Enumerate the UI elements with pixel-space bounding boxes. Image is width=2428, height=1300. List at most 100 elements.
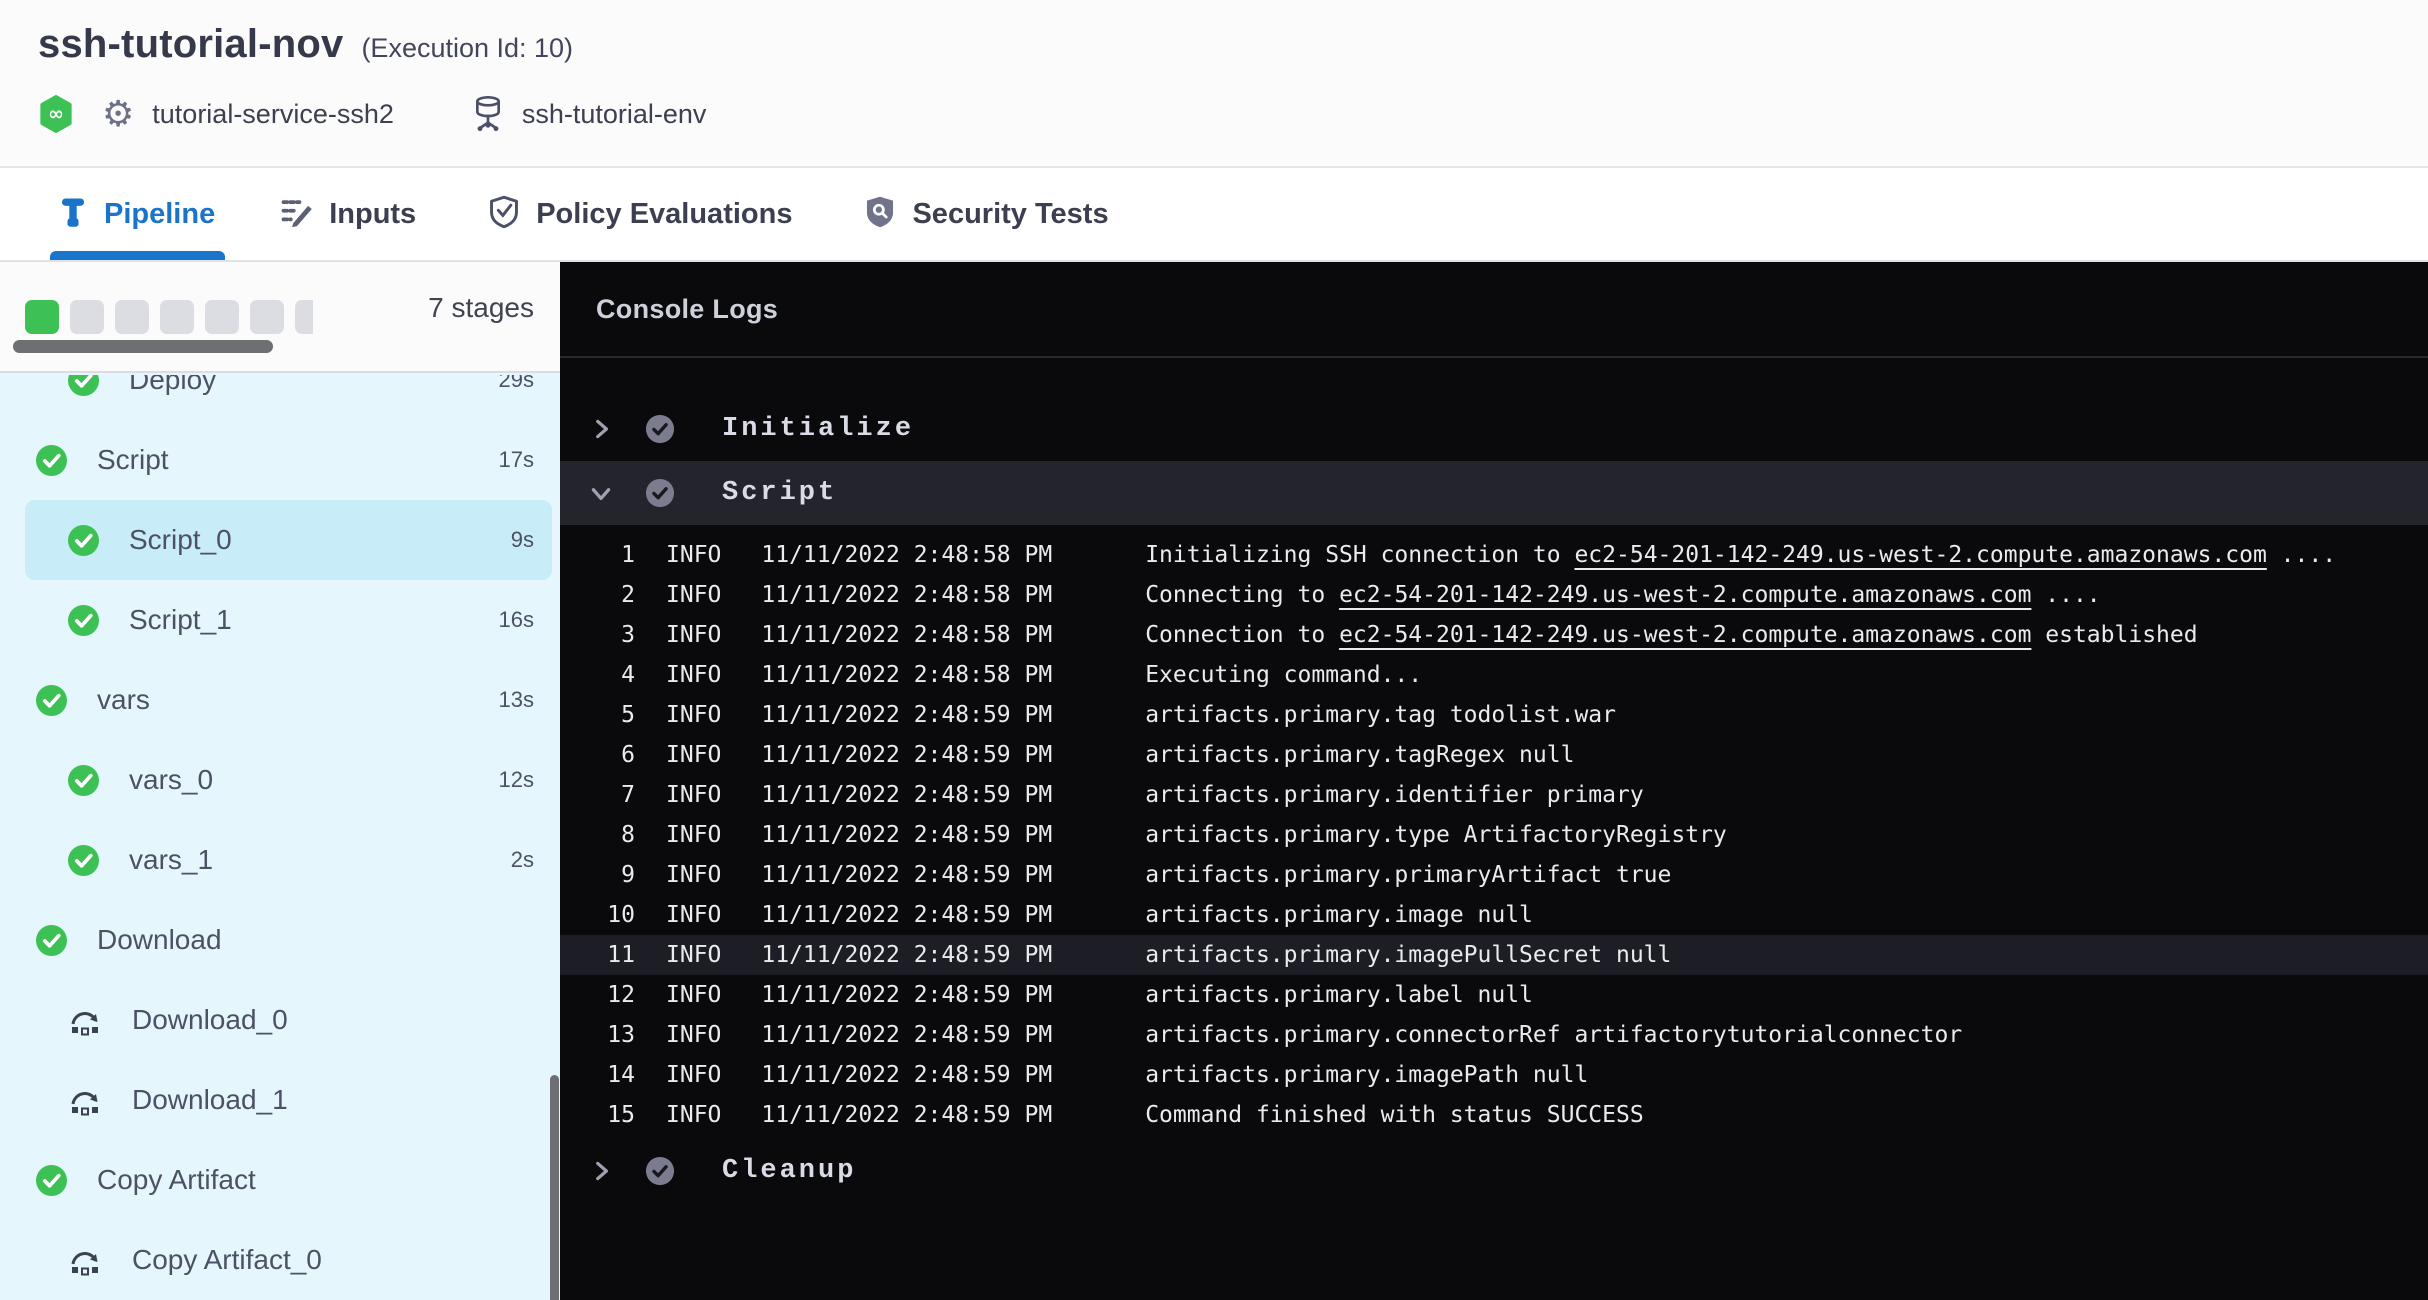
- log-text: artifacts.primary.image null: [1145, 902, 1533, 928]
- stage-row-vars-1[interactable]: vars_1 2s: [25, 820, 552, 900]
- log-host-link[interactable]: ec2-54-201-142-249.us-west-2.compute.ama…: [1339, 622, 2031, 648]
- log-line[interactable]: 14 INFO 11/11/2022 2:48:59 PM artifacts.…: [560, 1055, 2428, 1095]
- log-line-number: 4: [560, 662, 635, 688]
- log-text: Initializing SSH connection to: [1145, 542, 1574, 568]
- console-title: Console Logs: [596, 294, 778, 325]
- stage-success-icon: [68, 845, 99, 876]
- stage-row-deploy[interactable]: Deploy 29s: [25, 375, 552, 420]
- progress-segment: [115, 300, 149, 334]
- stage-row-script[interactable]: Script 17s: [25, 420, 552, 500]
- log-section-script[interactable]: Script: [560, 461, 2428, 525]
- log-level: INFO: [666, 542, 721, 568]
- log-message: Connection to ec2-54-201-142-249.us-west…: [1145, 622, 2197, 648]
- log-line[interactable]: 1 INFO 11/11/2022 2:48:58 PM Initializin…: [560, 535, 2428, 575]
- pipeline-execution-page: ssh-tutorial-nov (Execution Id: 10) ∞ ⚙ …: [0, 0, 2428, 1300]
- log-text: artifacts.primary.label null: [1145, 982, 1533, 1008]
- log-line[interactable]: 15 INFO 11/11/2022 2:48:59 PM Command fi…: [560, 1095, 2428, 1135]
- log-level: INFO: [666, 942, 721, 968]
- stage-success-icon: [36, 685, 67, 716]
- log-line[interactable]: 11 INFO 11/11/2022 2:48:59 PM artifacts.…: [560, 935, 2428, 975]
- progress-segment: [205, 300, 239, 334]
- stage-row-copy-artifact[interactable]: Copy Artifact: [25, 1140, 552, 1220]
- horizontal-scrollbar-thumb[interactable]: [13, 340, 273, 353]
- log-text: artifacts.primary.imagePullSecret null: [1145, 942, 1671, 968]
- log-timestamp: 11/11/2022 2:48:59 PM: [761, 1022, 1052, 1048]
- tab-inputs[interactable]: Inputs: [281, 168, 416, 260]
- chevron-right-icon[interactable]: [588, 1158, 618, 1184]
- log-level: INFO: [666, 1062, 721, 1088]
- security-tests-tab-icon: [864, 195, 896, 234]
- log-line[interactable]: 8 INFO 11/11/2022 2:48:59 PM artifacts.p…: [560, 815, 2428, 855]
- stage-row-vars[interactable]: vars 13s: [25, 660, 552, 740]
- log-line[interactable]: 4 INFO 11/11/2022 2:48:58 PM Executing c…: [560, 655, 2428, 695]
- stages-count-label: 7 stages: [428, 292, 534, 324]
- log-timestamp: 11/11/2022 2:48:59 PM: [761, 702, 1052, 728]
- tab-policy-evaluations[interactable]: Policy Evaluations: [488, 168, 792, 260]
- tab-pipeline[interactable]: Pipeline: [58, 168, 215, 260]
- stage-name: Deploy: [129, 375, 216, 396]
- log-text: artifacts.primary.identifier primary: [1145, 782, 1644, 808]
- log-line-number: 13: [560, 1022, 635, 1048]
- stage-row-script-0[interactable]: Script_0 9s: [25, 500, 552, 580]
- tab-security-tests[interactable]: Security Tests: [864, 168, 1108, 260]
- stage-name: Script_0: [129, 524, 232, 556]
- stages-summary: 7 stages: [0, 262, 560, 373]
- log-text: established: [2031, 622, 2197, 648]
- log-host-link[interactable]: ec2-54-201-142-249.us-west-2.compute.ama…: [1574, 542, 2266, 568]
- stage-row-copy-artifact-0[interactable]: Copy Artifact_0: [25, 1220, 552, 1300]
- step-success-icon: [645, 478, 675, 508]
- stage-name: vars: [97, 684, 150, 716]
- chevron-down-icon[interactable]: [588, 480, 618, 506]
- sidebar-scrollbar-thumb[interactable]: [550, 1075, 559, 1300]
- stage-row-vars-0[interactable]: vars_0 12s: [25, 740, 552, 820]
- log-message: artifacts.primary.tagRegex null: [1145, 742, 1574, 768]
- log-timestamp: 11/11/2022 2:48:59 PM: [761, 982, 1052, 1008]
- log-message: artifacts.primary.imagePath null: [1145, 1062, 1588, 1088]
- log-timestamp: 11/11/2022 2:48:59 PM: [761, 1062, 1052, 1088]
- log-text: artifacts.primary.type ArtifactoryRegist…: [1145, 822, 1727, 848]
- stage-row-download-1[interactable]: Download_1: [25, 1060, 552, 1140]
- pipeline-success-icon: ∞: [38, 95, 74, 133]
- log-line[interactable]: 7 INFO 11/11/2022 2:48:59 PM artifacts.p…: [560, 775, 2428, 815]
- environment-group: ssh-tutorial-env: [472, 96, 707, 132]
- log-section-initialize[interactable]: Initialize: [560, 397, 2428, 461]
- stage-name: vars_1: [129, 844, 213, 876]
- log-message: Executing command...: [1145, 662, 1422, 688]
- stage-row-download[interactable]: Download: [25, 900, 552, 980]
- stages-sidebar: 7 stages Deploy 29s: [0, 262, 560, 1300]
- stage-name: Download: [97, 924, 222, 956]
- log-text: artifacts.primary.imagePath null: [1145, 1062, 1588, 1088]
- title-row: ssh-tutorial-nov (Execution Id: 10): [38, 22, 573, 67]
- log-message: artifacts.primary.connectorRef artifacto…: [1145, 1022, 1962, 1048]
- log-line[interactable]: 3 INFO 11/11/2022 2:48:58 PM Connection …: [560, 615, 2428, 655]
- log-line[interactable]: 13 INFO 11/11/2022 2:48:59 PM artifacts.…: [560, 1015, 2428, 1055]
- log-line[interactable]: 5 INFO 11/11/2022 2:48:59 PM artifacts.p…: [560, 695, 2428, 735]
- log-level: INFO: [666, 1102, 721, 1128]
- environment-name[interactable]: ssh-tutorial-env: [522, 99, 707, 130]
- log-line[interactable]: 2 INFO 11/11/2022 2:48:58 PM Connecting …: [560, 575, 2428, 615]
- log-line[interactable]: 10 INFO 11/11/2022 2:48:59 PM artifacts.…: [560, 895, 2428, 935]
- progress-segment: [70, 300, 104, 334]
- log-host-link[interactable]: ec2-54-201-142-249.us-west-2.compute.ama…: [1339, 582, 2031, 608]
- console-body: Initialize Script 1 INFO 11/11/2022 2:48…: [560, 360, 2428, 1300]
- log-line-number: 7: [560, 782, 635, 808]
- chevron-right-icon[interactable]: [588, 416, 618, 442]
- log-line-number: 6: [560, 742, 635, 768]
- log-line-number: 14: [560, 1062, 635, 1088]
- stage-list: Deploy 29s Script 17s: [0, 375, 560, 1300]
- stage-row-script-1[interactable]: Script_1 16s: [25, 580, 552, 660]
- log-line-number: 10: [560, 902, 635, 928]
- environment-icon: [472, 96, 504, 132]
- service-name[interactable]: tutorial-service-ssh2: [152, 99, 394, 130]
- service-gear-icon: ⚙: [102, 96, 134, 132]
- log-line[interactable]: 9 INFO 11/11/2022 2:48:59 PM artifacts.p…: [560, 855, 2428, 895]
- log-line[interactable]: 12 INFO 11/11/2022 2:48:59 PM artifacts.…: [560, 975, 2428, 1015]
- log-message: artifacts.primary.type ArtifactoryRegist…: [1145, 822, 1727, 848]
- log-section-cleanup[interactable]: Cleanup: [560, 1139, 2428, 1203]
- log-line[interactable]: 6 INFO 11/11/2022 2:48:59 PM artifacts.p…: [560, 735, 2428, 775]
- pipeline-tab-icon: [58, 196, 88, 233]
- stage-name: Script_1: [129, 604, 232, 636]
- stage-row-download-0[interactable]: Download_0: [25, 980, 552, 1060]
- log-timestamp: 11/11/2022 2:48:59 PM: [761, 942, 1052, 968]
- log-text: Connecting to: [1145, 582, 1339, 608]
